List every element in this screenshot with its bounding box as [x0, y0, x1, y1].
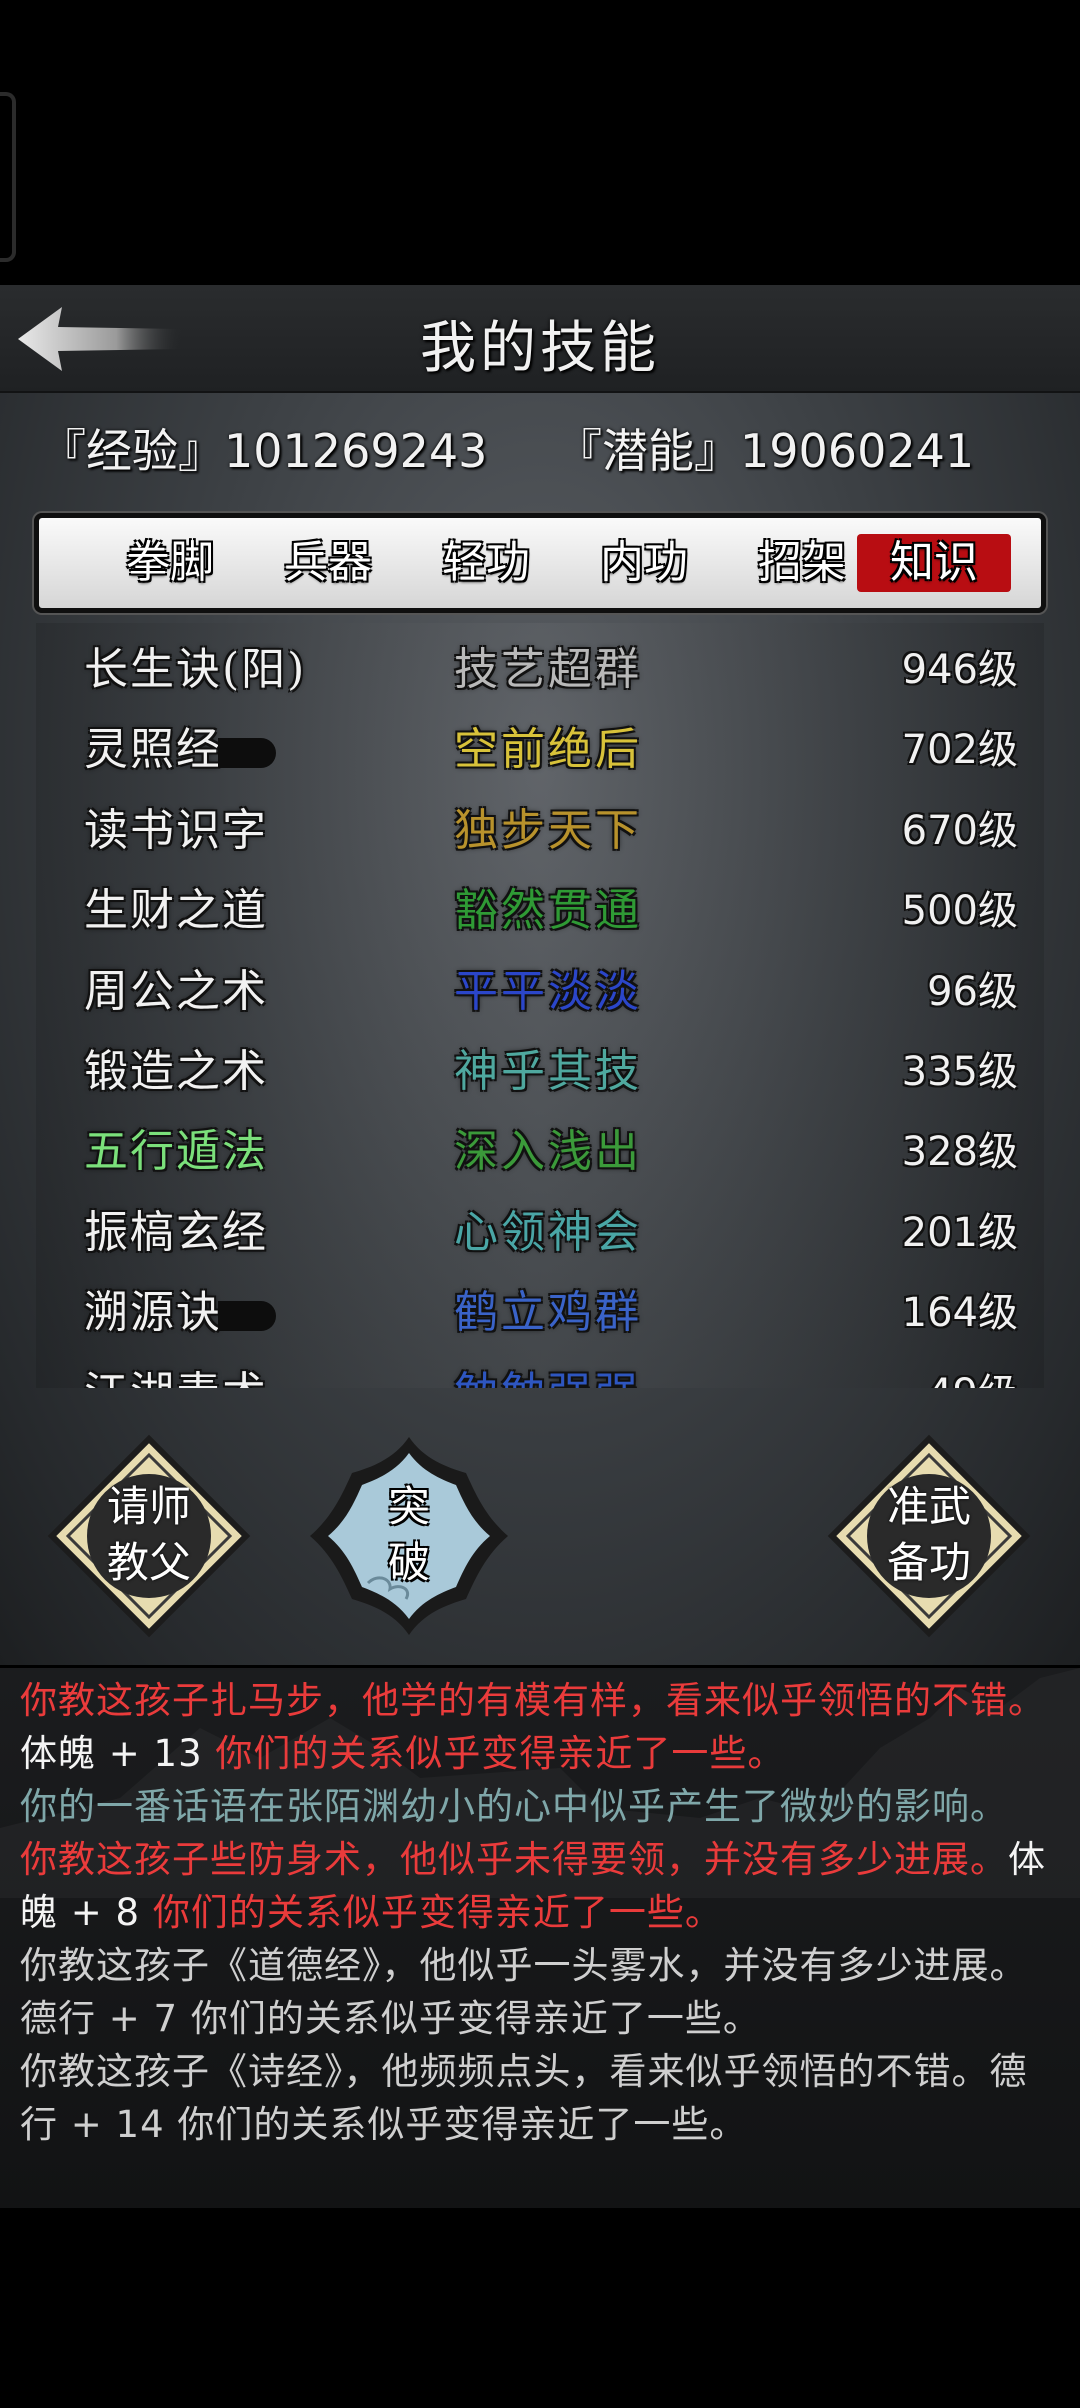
skill-level: 96级: [927, 968, 1018, 1015]
skill-rank: 神乎其技: [454, 1046, 642, 1097]
name-smudge: [218, 1300, 276, 1331]
message-log: 你教这孩子扎马步，他学的有模有样，看来似乎领悟的不错。体魄 + 13 你们的关系…: [0, 1668, 1080, 2208]
skill-row[interactable]: 读书识字 独步天下 670级: [36, 784, 1044, 864]
skill-name-text: 灵照经: [84, 724, 222, 776]
log-message: 你教这孩子扎马步，他学的有模有样，看来似乎领悟的不错。体魄 + 13 你们的关系…: [20, 1674, 1062, 1780]
skill-rank: 空前绝后: [454, 724, 642, 776]
log-message: 你教这孩子《诗经》，他频频点头，看来似乎领悟的不错。德行 + 14 你们的关系似…: [20, 2045, 1062, 2151]
skill-name-text: 读书识字: [84, 804, 268, 856]
breakthrough-label: 突 破: [387, 1482, 430, 1587]
skill-name: 生财之道: [84, 874, 268, 938]
log-text: 体魄 + 13: [20, 1732, 216, 1775]
skill-name-text: 生财之道: [84, 885, 268, 937]
skill-row[interactable]: 溯源诀 鹤立鸡群 164级: [36, 1266, 1044, 1346]
skill-name-text: 溯源诀: [84, 1287, 222, 1339]
skill-rank: 心领神会: [454, 1206, 642, 1258]
log-text: 你教这孩子扎马步，他学的有模有样，看来似乎领悟的不错。: [20, 1679, 1046, 1722]
skill-level: 670级: [901, 807, 1018, 854]
skill-name-text: 江湖毒术: [84, 1368, 268, 1388]
skill-row[interactable]: 五行遁法 深入浅出 328级: [36, 1105, 1044, 1185]
skill-name: 振槁玄经: [84, 1196, 268, 1260]
skill-row[interactable]: 江湖毒术 勉勉强强 49级: [36, 1347, 1044, 1388]
skill-level: 201级: [901, 1209, 1018, 1256]
log-message: 你教这孩子《道德经》，他似乎一头雾水，并没有多少进展。德行 + 7 你们的关系似…: [20, 1939, 1062, 2045]
skill-name: 江湖毒术: [84, 1357, 268, 1388]
skill-name: 周公之术: [84, 955, 268, 1019]
skill-level: 500级: [901, 888, 1018, 935]
message-log-body: 你教这孩子扎马步，他学的有模有样，看来似乎领悟的不错。体魄 + 13 你们的关系…: [20, 1674, 1062, 2151]
skill-row[interactable]: 周公之术 平平淡淡 96级: [36, 945, 1044, 1025]
log-message: 你的一番话语在张陌渊幼小的心中似乎产生了微妙的影响。: [20, 1780, 1062, 1833]
skills-panel: 我的技能 『经验』101269243 『潜能』19060241 拳脚 兵器 轻功 内功…: [0, 285, 1080, 1665]
skill-category-tabs: 拳脚 兵器 轻功 内功 招架 知识: [34, 513, 1046, 613]
skill-row[interactable]: 振槁玄经 心领神会 201级: [36, 1186, 1044, 1266]
skill-name: 长生诀(阳): [84, 633, 306, 697]
skill-name: 灵照经: [84, 713, 276, 777]
skill-level: 946级: [901, 647, 1018, 693]
log-text: 你们的关系似乎变得亲近了一些。: [215, 1732, 786, 1775]
page-title: 我的技能: [420, 316, 660, 381]
tab-2[interactable]: 轻功: [409, 534, 563, 592]
skill-level: 335级: [901, 1049, 1018, 1095]
skill-rank: 技艺超群: [454, 644, 642, 695]
log-text: 你们的关系似乎变得亲近了一些。: [152, 1891, 723, 1934]
log-text: 你教这孩子《诗经》，他频频点头，看来似乎领悟的不错。德行 + 14 你们的关系似…: [20, 2050, 1028, 2146]
skill-name: 读书识字: [84, 794, 268, 858]
skill-rank: 深入浅出: [454, 1126, 642, 1178]
teach-label: 请师 教父: [106, 1482, 191, 1587]
log-text: 你教这孩子些防身术，他似乎未得要领，并没有多少进展。: [20, 1838, 1008, 1881]
name-smudge: [218, 737, 276, 768]
skill-row[interactable]: 灵照经 空前绝后 702级: [36, 703, 1044, 783]
log-message: 你教这孩子些防身术，他似乎未得要领，并没有多少进展。体魄 + 8 你们的关系似乎…: [20, 1833, 1062, 1939]
skill-name-text: 锻造之术: [84, 1046, 268, 1097]
skill-name-text: 振槁玄经: [84, 1206, 268, 1258]
skill-rank: 豁然贯通: [454, 885, 642, 937]
skill-name: 五行遁法: [84, 1115, 268, 1179]
tab-1[interactable]: 兵器: [251, 534, 405, 592]
skill-level: 702级: [901, 727, 1018, 774]
skill-level: 328级: [901, 1129, 1018, 1176]
skill-rank: 鹤立鸡群: [454, 1287, 642, 1339]
title-bar: 我的技能: [0, 285, 1080, 393]
tab-0[interactable]: 拳脚: [93, 534, 247, 592]
prepare-label: 准武 备功: [886, 1482, 971, 1587]
log-text: 你的一番话语在张陌渊幼小的心中似乎产生了微妙的影响。: [20, 1785, 1008, 1828]
skill-name: 锻造之术: [84, 1035, 268, 1099]
skill-name-text: 五行遁法: [84, 1126, 268, 1178]
potential-value: 『潜能』19060241: [556, 424, 975, 478]
skill-row[interactable]: 生财之道 豁然贯通 500级: [36, 864, 1044, 944]
skill-rank: 独步天下: [454, 804, 642, 856]
skill-level: 49级: [927, 1361, 1018, 1388]
skill-row[interactable]: 锻造之术 神乎其技 335级: [36, 1025, 1044, 1105]
tab-3[interactable]: 内功: [567, 534, 721, 592]
skill-name: 溯源诀: [84, 1276, 276, 1340]
skill-rank: 勉勉强强: [454, 1357, 642, 1388]
skill-rank: 平平淡淡: [454, 965, 642, 1017]
tab-5[interactable]: 知识: [857, 534, 1011, 592]
skill-name-text: 周公之术: [84, 965, 268, 1017]
experience-value: 『经验』101269243: [40, 424, 488, 478]
tab-4[interactable]: 招架: [725, 534, 879, 592]
game-screen: 我的技能 『经验』101269243 『潜能』19060241 拳脚 兵器 轻功 内功…: [0, 0, 1080, 2408]
skill-list[interactable]: 长生诀(阳) 技艺超群 946级灵照经 空前绝后 702级读书识字 独步天下 670级生财之…: [36, 623, 1044, 1388]
skill-row[interactable]: 长生诀(阳) 技艺超群 946级: [36, 623, 1044, 703]
skill-level: 164级: [901, 1290, 1018, 1337]
screen-edge-bracket: [0, 92, 16, 262]
skill-name-text: 长生诀(阳): [84, 644, 307, 695]
log-text: 你教这孩子《道德经》，他似乎一头雾水，并没有多少进展。德行 + 7 你们的关系似…: [20, 1944, 1028, 2040]
